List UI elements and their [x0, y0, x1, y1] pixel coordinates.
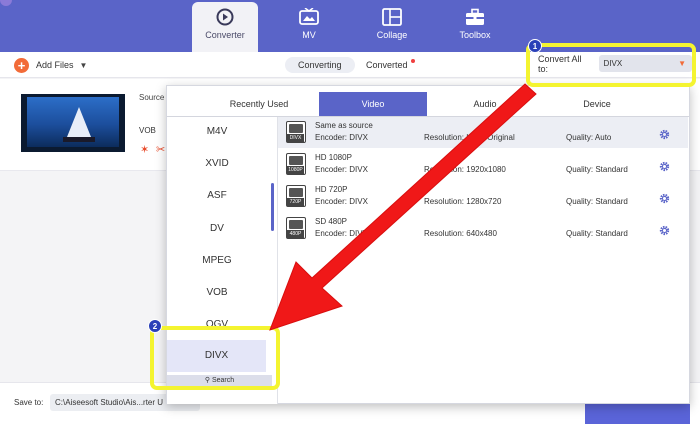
preset-quality: Quality: Auto: [566, 133, 612, 142]
highlight-divx-format: [150, 326, 280, 390]
preset-row-sd-480p[interactable]: 480P SD 480P Encoder: DIVX Resolution: 6…: [278, 213, 688, 244]
preset-name: Same as source: [315, 121, 373, 130]
tab-recently-used[interactable]: Recently Used: [205, 92, 313, 116]
converted-label: Converted: [366, 60, 408, 70]
tab-converter[interactable]: Converter: [192, 2, 258, 52]
preset-row-same-as-source[interactable]: DIVX Same as source Encoder: DIVX Resolu…: [278, 117, 688, 148]
save-to-label: Save to:: [14, 398, 44, 407]
tab-label: Toolbox: [459, 30, 491, 40]
tab-collage[interactable]: Collage: [359, 2, 425, 50]
add-files-label: Add Files: [36, 60, 74, 70]
tab-converted[interactable]: Converted: [353, 57, 421, 73]
hd-1080p-icon: 1080P: [286, 153, 306, 175]
preset-quality: Quality: Standard: [566, 197, 628, 206]
preset-quality: Quality: Standard: [566, 165, 628, 174]
preset-encoder: Encoder: DIVX: [315, 133, 368, 142]
format-item-m4v[interactable]: M4V: [167, 126, 267, 137]
tv-icon: [299, 8, 319, 25]
preset-resolution: Resolution: 640x480: [424, 229, 497, 238]
preset-row-hd-1080p[interactable]: 1080P HD 1080P Encoder: DIVX Resolution:…: [278, 149, 688, 180]
collage-icon: [382, 8, 402, 26]
preset-resolution: Resolution: Keep Original: [424, 133, 515, 142]
source-label: Source: [139, 93, 165, 102]
tab-label: Collage: [376, 30, 408, 40]
tab-video[interactable]: Video: [319, 92, 427, 116]
ship-sail: [67, 107, 91, 137]
preset-name: HD 720P: [315, 185, 348, 194]
video-thumbnail[interactable]: [21, 94, 125, 152]
toolbox-icon: [466, 8, 484, 25]
app-corner: [0, 0, 12, 6]
preset-name: SD 480P: [315, 217, 348, 226]
tab-audio[interactable]: Audio: [431, 92, 539, 116]
preset-quality: Quality: Standard: [566, 229, 628, 238]
format-item-asf[interactable]: ASF: [167, 190, 267, 201]
format-item-dv[interactable]: DV: [167, 223, 267, 234]
magic-wand-icon[interactable]: ✶: [140, 144, 152, 156]
file-format: VOB: [139, 126, 156, 135]
preset-encoder: Encoder: DIVX: [315, 229, 368, 238]
format-item-xvid[interactable]: XVID: [167, 158, 267, 169]
preset-row-hd-720p[interactable]: 720P HD 720P Encoder: DIVX Resolution: 1…: [278, 181, 688, 212]
gear-icon[interactable]: [659, 193, 670, 204]
plus-icon: +: [14, 57, 29, 73]
preset-resolution: Resolution: 1920x1080: [424, 165, 506, 174]
converter-icon: [216, 8, 234, 26]
add-files-button[interactable]: + Add Files ▼: [14, 56, 87, 74]
format-list-scrollbar[interactable]: [271, 183, 274, 231]
tab-label: MV: [302, 30, 316, 40]
preset-encoder: Encoder: DIVX: [315, 197, 368, 206]
divx-video-icon: DIVX: [286, 121, 306, 143]
step-badge-2: 2: [148, 319, 162, 333]
ship-hull: [63, 137, 95, 142]
tab-converting[interactable]: Converting: [285, 57, 355, 73]
gear-icon[interactable]: [659, 161, 670, 172]
format-item-vob[interactable]: VOB: [167, 287, 267, 298]
gear-icon[interactable]: [659, 225, 670, 236]
highlight-convert-all: [526, 43, 696, 87]
thumbnail-image: [27, 97, 119, 147]
format-item-mpeg[interactable]: MPEG: [167, 255, 267, 266]
tab-label: Converter: [205, 30, 245, 40]
preset-encoder: Encoder: DIVX: [315, 165, 368, 174]
preset-name: HD 1080P: [315, 153, 352, 162]
chevron-down-icon[interactable]: ▼: [80, 61, 88, 70]
step-badge-1: 1: [528, 39, 542, 53]
tab-mv[interactable]: MV: [276, 2, 342, 50]
tab-device[interactable]: Device: [543, 92, 651, 116]
tab-toolbox[interactable]: Toolbox: [442, 2, 508, 50]
gear-icon[interactable]: [659, 129, 670, 140]
preset-resolution: Resolution: 1280x720: [424, 197, 502, 206]
hd-720p-icon: 720P: [286, 185, 306, 207]
notification-dot: [410, 59, 415, 63]
sd-480p-icon: 480P: [286, 217, 306, 239]
